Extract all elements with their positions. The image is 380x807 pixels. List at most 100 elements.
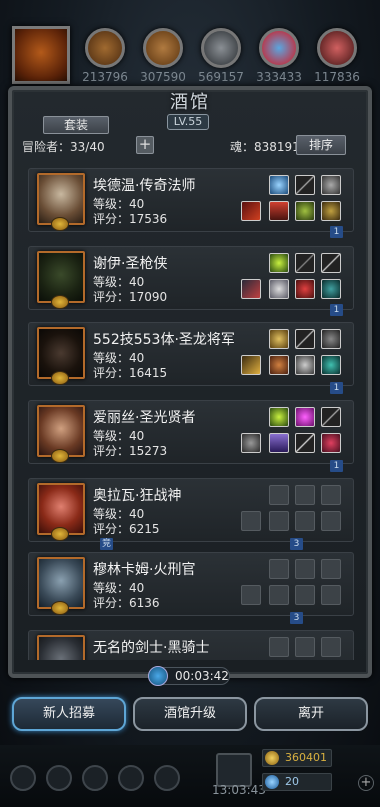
empty-armor-slot-icon[interactable]: [269, 511, 289, 531]
leader-avatar[interactable]: [12, 26, 70, 84]
equip-gem-icon[interactable]: [269, 407, 289, 427]
team-score-1: 213796: [82, 70, 128, 84]
timer-text: 00:03:42: [175, 669, 229, 683]
hero-card[interactable]: 谢伊·圣枪侠 等级：40 评分：17090: [28, 246, 354, 310]
equip-robe-icon[interactable]: [269, 433, 289, 453]
star-badge-icon: [51, 371, 69, 385]
equip-bow-icon[interactable]: [295, 253, 315, 273]
empty-armor-slot-icon[interactable]: [269, 585, 289, 605]
empty-ring-slot-icon[interactable]: [295, 511, 315, 531]
hero-name: 无名的剑士·黑骑士: [93, 640, 210, 656]
rank-tag: 1: [330, 382, 343, 394]
equip-spear-icon[interactable]: [321, 253, 341, 273]
equip-staff-icon[interactable]: [295, 175, 315, 195]
equip-wand-icon[interactable]: [241, 201, 261, 221]
team-avatar-5[interactable]: [317, 28, 357, 68]
equip-boots-icon[interactable]: [321, 279, 341, 299]
equip-orb-icon[interactable]: [269, 175, 289, 195]
rank-tag: 3: [290, 612, 303, 624]
hero-name: 穆林卡姆·火刑官: [93, 562, 196, 578]
empty-ring-slot-icon[interactable]: [321, 511, 341, 531]
chest-icon[interactable]: [216, 753, 252, 787]
refresh-timer: 00:03:42: [148, 666, 230, 686]
equip-armor-icon[interactable]: [269, 355, 289, 375]
hero-card[interactable]: 埃德温·传奇法师 等级：40 评分：17536: [28, 168, 354, 232]
equip-boots-icon[interactable]: [321, 433, 341, 453]
equip-crossed-swords-icon[interactable]: [241, 355, 261, 375]
hero-score: 评分：6215: [93, 522, 160, 536]
team-score-5: 117836: [314, 70, 360, 84]
empty-weapon-slot-icon[interactable]: [295, 559, 315, 579]
empty-offhand-slot-icon[interactable]: [241, 585, 261, 605]
upgrade-tavern-button[interactable]: 酒馆升级: [133, 697, 247, 731]
rank-tag: 1: [330, 304, 343, 316]
equip-hammer-icon[interactable]: [241, 433, 261, 453]
empty-gem-slot-icon[interactable]: [269, 485, 289, 505]
equip-helm-icon[interactable]: [295, 355, 315, 375]
empty-offhand-slot-icon[interactable]: [241, 511, 261, 531]
quest-icon[interactable]: [118, 765, 144, 791]
empty-gem-slot-icon[interactable]: [269, 559, 289, 579]
hero-card[interactable]: 穆林卡姆·火刑官 等级：40 评分：6136: [28, 552, 354, 616]
team-avatar-2[interactable]: [143, 28, 183, 68]
clock-icon: [148, 666, 168, 686]
leave-button[interactable]: 离开: [254, 697, 368, 731]
team-avatar-3[interactable]: [201, 28, 241, 68]
chest-timer: 13:03:43: [212, 783, 266, 797]
shop-icon[interactable]: [154, 765, 180, 791]
hero-list[interactable]: 埃德温·传奇法师 等级：40 评分：17536 1 谢伊·圣枪侠 等级：40 评…: [22, 160, 358, 660]
equip-staff-icon[interactable]: [321, 407, 341, 427]
sort-button[interactable]: 排序: [296, 135, 346, 155]
equip-dagger-icon[interactable]: [295, 433, 315, 453]
equip-helm-icon[interactable]: [321, 175, 341, 195]
empty-weapon-slot-icon[interactable]: [295, 485, 315, 505]
equip-belt-icon[interactable]: [321, 355, 341, 375]
hero-portrait: [37, 635, 85, 660]
equip-gloves-icon[interactable]: [295, 279, 315, 299]
soul-count: 魂：838191: [230, 140, 300, 154]
gem-counter: 20: [262, 773, 332, 791]
recruit-button[interactable]: 新人招募: [12, 697, 126, 731]
equip-armor-icon[interactable]: [269, 279, 289, 299]
equip-shield-icon[interactable]: [321, 329, 341, 349]
hero-card[interactable]: 奥拉瓦·狂战神 等级：40 评分：6215: [28, 478, 354, 542]
hero-name: 爱丽丝·圣光贤者: [93, 410, 196, 426]
team-avatar-1[interactable]: [85, 28, 125, 68]
hero-score: 评分：17536: [93, 212, 168, 226]
hero-card[interactable]: 552技553体·圣龙将军 等级：40 评分：16415: [28, 322, 354, 386]
gem-amount: 20: [285, 775, 299, 788]
empty-weapon-slot-icon[interactable]: [321, 485, 341, 505]
star-badge-icon: [51, 217, 69, 231]
empty-weapon-slot-icon[interactable]: [295, 637, 315, 657]
empty-ring-slot-icon[interactable]: [321, 585, 341, 605]
equip-boots-icon[interactable]: [321, 201, 341, 221]
bottom-bar: 13:03:43 360401 20 +: [0, 745, 380, 807]
set-button[interactable]: 套装: [43, 116, 109, 134]
gold-counter: 360401: [262, 749, 332, 767]
equip-medal-icon[interactable]: [269, 329, 289, 349]
equip-magic-orb-icon[interactable]: [295, 407, 315, 427]
empty-gem-slot-icon[interactable]: [269, 637, 289, 657]
gold-amount: 360401: [285, 751, 327, 764]
hero-name: 埃德温·传奇法师: [93, 178, 196, 194]
bag-icon[interactable]: [82, 765, 108, 791]
skill-icon[interactable]: [46, 765, 72, 791]
team-score-2: 307590: [140, 70, 186, 84]
empty-weapon-slot-icon[interactable]: [321, 559, 341, 579]
empty-weapon-slot-icon[interactable]: [321, 637, 341, 657]
menu-icon[interactable]: [10, 765, 36, 791]
team-score-4: 333433: [256, 70, 302, 84]
hero-card[interactable]: 爱丽丝·圣光贤者 等级：40 评分：15273: [28, 400, 354, 464]
equip-gem-icon[interactable]: [269, 253, 289, 273]
equip-lance-icon[interactable]: [241, 279, 261, 299]
equip-robe-icon[interactable]: [269, 201, 289, 221]
star-badge-icon: [51, 295, 69, 309]
add-slot-button[interactable]: +: [136, 136, 154, 154]
equip-sword-icon[interactable]: [295, 329, 315, 349]
equip-gloves-icon[interactable]: [295, 201, 315, 221]
empty-ring-slot-icon[interactable]: [295, 585, 315, 605]
team-avatar-4[interactable]: [259, 28, 299, 68]
add-currency-icon[interactable]: +: [358, 775, 374, 791]
rank-tag: 1: [330, 460, 343, 472]
hero-card[interactable]: 无名的剑士·黑骑士: [28, 630, 354, 660]
